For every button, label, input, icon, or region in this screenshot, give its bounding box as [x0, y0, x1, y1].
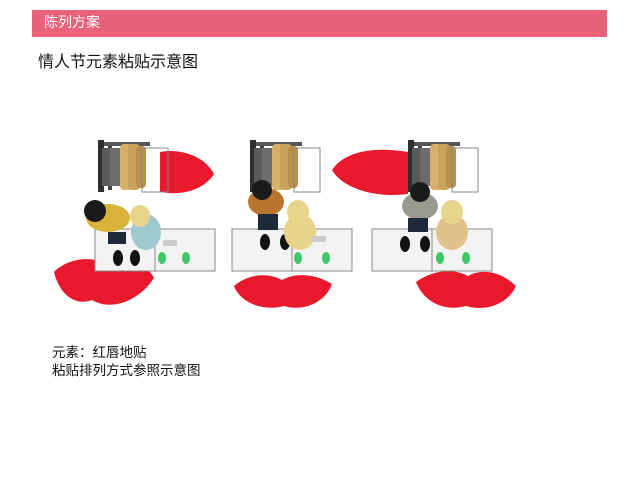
- note-element: 元素：红唇地贴: [52, 345, 147, 361]
- note-arrangement: 粘贴排列方式参照示意图: [52, 363, 201, 379]
- lip-decal: [332, 149, 408, 195]
- lip-decal: [416, 271, 516, 308]
- display-scene-3: [332, 139, 516, 308]
- display-illustration: [54, 139, 516, 308]
- floor-mat: [371, 228, 493, 272]
- display-scene-2: [231, 139, 353, 308]
- lip-decal: [234, 275, 332, 308]
- clothing-rack: [97, 139, 169, 193]
- display-scene-1: [54, 139, 216, 305]
- notes: 元素：红唇地贴 粘贴排列方式参照示意图: [52, 344, 201, 380]
- page-subtitle: 情人节元素粘贴示意图: [38, 52, 199, 71]
- header-bar: 陈列方案: [32, 10, 607, 37]
- header-title: 陈列方案: [44, 15, 100, 31]
